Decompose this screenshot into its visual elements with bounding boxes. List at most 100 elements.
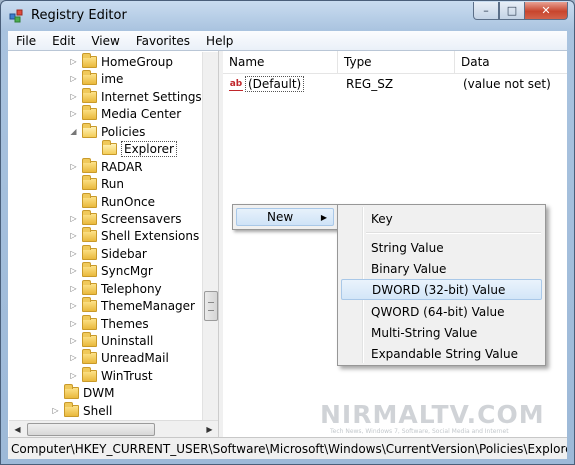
- tree-item-sidebar[interactable]: ▷ Sidebar: [69, 244, 147, 262]
- column-header-name[interactable]: Name: [223, 51, 338, 73]
- folder-icon: [82, 104, 97, 120]
- tree-item-internet-settings[interactable]: ▷ Internet Settings: [69, 87, 202, 105]
- collapse-icon[interactable]: ◢: [69, 127, 78, 136]
- expand-icon[interactable]: ▷: [69, 266, 78, 275]
- tree-item-screensavers[interactable]: ▷ Screensavers: [69, 209, 182, 227]
- tree-item-label: HomeGroup: [101, 54, 173, 69]
- tree-item-policies[interactable]: ◢ Policies: [69, 122, 145, 140]
- tree-item-homegroup[interactable]: ▷ HomeGroup: [69, 52, 173, 70]
- menu-item-new-label: New: [267, 210, 294, 224]
- expand-icon[interactable]: ▷: [69, 231, 78, 240]
- tree-item-label: DWM: [83, 385, 115, 400]
- tree-horizontal-scroll-thumb[interactable]: [27, 423, 155, 436]
- submenu-item-qword-value[interactable]: QWORD (64-bit) Value: [341, 301, 542, 322]
- menu-help[interactable]: Help: [198, 34, 241, 48]
- column-header-type[interactable]: Type: [338, 51, 455, 73]
- registry-tree: ▷ HomeGroup ▷ ime ▷ Internet Settings ▷ Medi…: [9, 52, 225, 420]
- menu-bar: File Edit View Favorites Help: [8, 31, 567, 50]
- tree-item-explorer[interactable]: Explorer: [89, 139, 177, 157]
- minimize-button[interactable]: –: [473, 2, 499, 20]
- tree-horizontal-scrollbar[interactable]: ◀ ▶: [9, 420, 218, 438]
- expand-icon[interactable]: ▷: [69, 57, 78, 66]
- submenu-arrow-icon: ▶: [320, 212, 327, 222]
- tree-item-shell[interactable]: ▷ Shell: [51, 401, 113, 419]
- menu-favorites[interactable]: Favorites: [128, 34, 198, 48]
- folder-icon: [64, 383, 79, 399]
- expand-icon: [69, 197, 78, 206]
- expand-icon[interactable]: ▷: [69, 162, 78, 171]
- tree-item-radar[interactable]: ▷ RADAR: [69, 157, 143, 175]
- expand-icon[interactable]: ▷: [69, 249, 78, 258]
- folder-icon: [82, 157, 97, 173]
- tree-item-wintrust[interactable]: ▷ WinTrust: [69, 366, 153, 384]
- expand-icon[interactable]: ▷: [69, 284, 78, 293]
- tree-item-run[interactable]: Run: [69, 174, 124, 192]
- tree-item-ime[interactable]: ▷ ime: [69, 69, 124, 87]
- tree-item-label: Shell: [83, 403, 113, 418]
- tree-item-label: Screensavers: [101, 211, 182, 226]
- open-folder-icon: [102, 139, 117, 155]
- folder-icon: [82, 209, 97, 225]
- tree-item-label: ThemeManager: [101, 298, 195, 313]
- watermark-logo: NIRMALTV.COM: [320, 400, 545, 429]
- expand-icon[interactable]: ▷: [69, 301, 78, 310]
- tree-item-label: RunOnce: [101, 194, 156, 209]
- tree-item-label-selected: Explorer: [121, 140, 177, 157]
- tree-item-telephony[interactable]: ▷ Telephony: [69, 279, 162, 297]
- tree-item-syncmgr[interactable]: ▷ SyncMgr: [69, 261, 153, 279]
- new-submenu: Key String Value Binary Value DWORD (32-…: [337, 204, 546, 366]
- folder-icon: [82, 244, 97, 260]
- tree-item-uninstall[interactable]: ▷ Uninstall: [69, 331, 154, 349]
- menu-view[interactable]: View: [83, 34, 127, 48]
- tree-item-label: ime: [101, 71, 124, 86]
- window-controls: – □ ✕: [473, 2, 568, 20]
- tree-item-shell-extensions[interactable]: ▷ Shell Extensions: [69, 226, 199, 244]
- submenu-item-multi-string-value[interactable]: Multi-String Value: [341, 322, 542, 343]
- expand-icon[interactable]: ▷: [69, 214, 78, 223]
- submenu-item-string-value[interactable]: String Value: [341, 237, 542, 258]
- scroll-right-icon[interactable]: ▶: [203, 423, 216, 436]
- expand-icon[interactable]: ▷: [69, 336, 78, 345]
- folder-icon: [82, 226, 97, 242]
- window-title: Registry Editor: [31, 8, 127, 23]
- submenu-item-dword-value[interactable]: DWORD (32-bit) Value: [341, 279, 542, 300]
- submenu-separator: [366, 232, 541, 234]
- tree-item-label: Themes: [101, 316, 149, 331]
- tree-item-dwm[interactable]: DWM: [51, 383, 115, 401]
- expand-icon[interactable]: ▷: [51, 406, 60, 415]
- expand-icon[interactable]: ▷: [69, 74, 78, 83]
- tree-item-media-center[interactable]: ▷ Media Center: [69, 104, 181, 122]
- title-bar[interactable]: Registry Editor – □ ✕: [1, 1, 574, 31]
- list-header: Name Type Data: [223, 51, 567, 74]
- table-row[interactable]: ab (Default) REG_SZ (value not set): [223, 75, 567, 93]
- submenu-item-binary-value[interactable]: Binary Value: [341, 258, 542, 279]
- folder-icon: [82, 87, 97, 103]
- tree-item-label: Uninstall: [101, 333, 154, 348]
- folder-icon: [82, 52, 97, 68]
- tree-item-runonce[interactable]: RunOnce: [69, 192, 156, 210]
- submenu-item-expandable-string-value[interactable]: Expandable String Value: [341, 343, 542, 364]
- maximize-button[interactable]: □: [499, 2, 525, 20]
- menu-file[interactable]: File: [8, 34, 44, 48]
- expand-icon[interactable]: ▷: [69, 371, 78, 380]
- expand-icon: [89, 144, 98, 153]
- tree-vertical-scroll-thumb[interactable]: [204, 291, 218, 321]
- column-header-data[interactable]: Data: [455, 51, 567, 73]
- tree-item-themes[interactable]: ▷ Themes: [69, 314, 149, 332]
- folder-icon: [82, 279, 97, 295]
- tree-item-label: Telephony: [101, 281, 162, 296]
- close-button[interactable]: ✕: [525, 2, 568, 20]
- folder-icon: [82, 174, 97, 190]
- expand-icon[interactable]: ▷: [69, 109, 78, 118]
- expand-icon[interactable]: ▷: [69, 319, 78, 328]
- registry-editor-icon: [9, 9, 23, 23]
- expand-icon[interactable]: ▷: [69, 353, 78, 362]
- menu-edit[interactable]: Edit: [44, 34, 83, 48]
- submenu-item-key[interactable]: Key: [341, 208, 542, 229]
- menu-item-new[interactable]: New ▶: [236, 208, 334, 226]
- scroll-left-icon[interactable]: ◀: [11, 423, 24, 436]
- tree-item-thememanager[interactable]: ▷ ThemeManager: [69, 296, 195, 314]
- tree-item-unreadmail[interactable]: ▷ UnreadMail: [69, 348, 169, 366]
- context-menu: New ▶: [232, 204, 338, 230]
- expand-icon[interactable]: ▷: [69, 92, 78, 101]
